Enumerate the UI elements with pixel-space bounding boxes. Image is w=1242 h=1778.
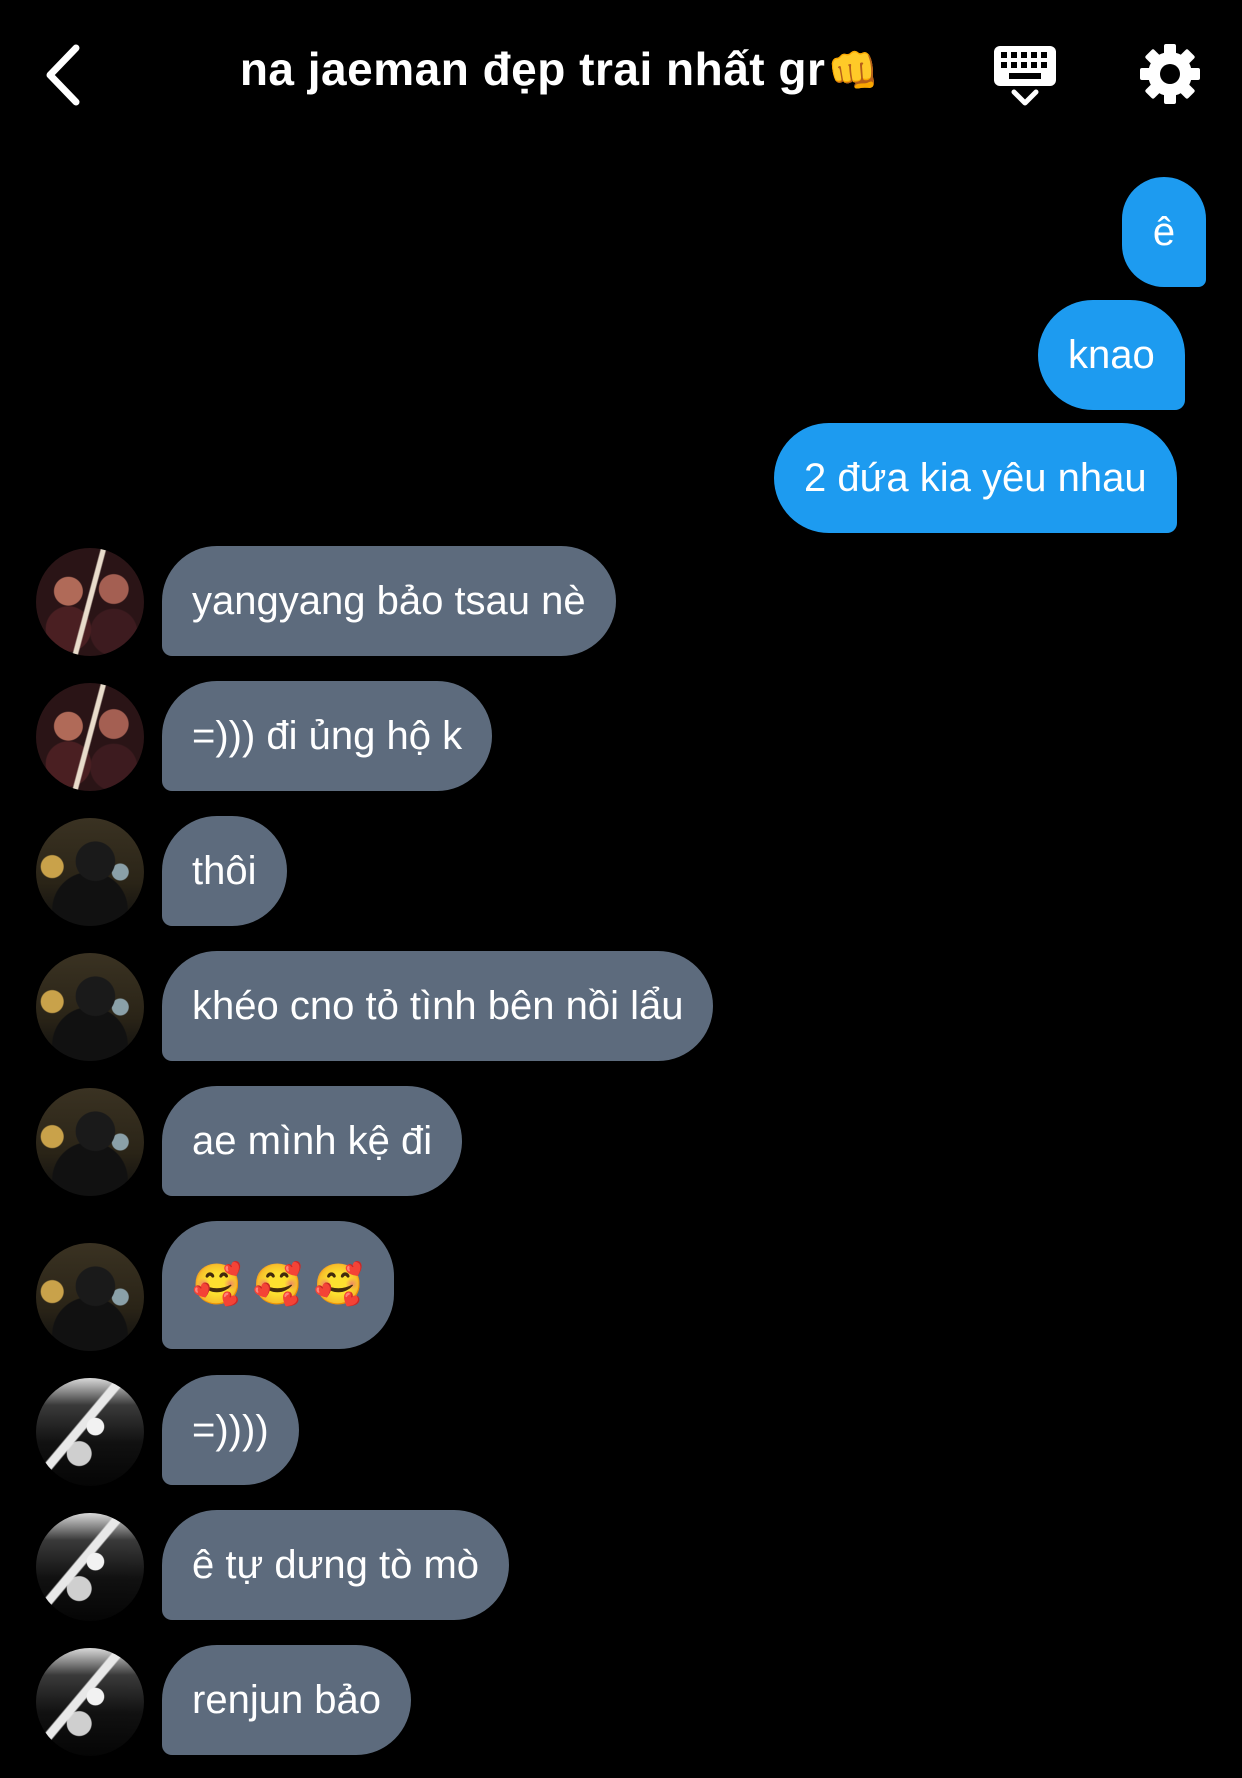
avatar[interactable] [36, 953, 144, 1061]
message-list[interactable]: ê knao 2 đứa kia yêu nhau yangyang bảo t… [0, 0, 1242, 1778]
avatar[interactable] [36, 1648, 144, 1756]
incoming-message[interactable]: =))) đi ủng hộ k [162, 681, 493, 791]
incoming-message[interactable]: ae mình kệ đi [162, 1086, 463, 1196]
incoming-message[interactable]: khéo cno tỏ tình bên nồi lẩu [162, 951, 714, 1061]
incoming-message[interactable]: yangyang bảo tsau nè [162, 546, 616, 656]
incoming-message[interactable]: 🥰 🥰 🥰 [162, 1221, 394, 1349]
avatar[interactable] [36, 1243, 144, 1351]
outgoing-message[interactable]: ê [1122, 177, 1206, 287]
incoming-message[interactable]: thôi [162, 816, 287, 926]
incoming-message[interactable]: renjun bảo [162, 1645, 412, 1755]
incoming-message[interactable]: ê tự dưng tò mò [162, 1510, 510, 1620]
avatar[interactable] [36, 818, 144, 926]
avatar[interactable] [36, 1088, 144, 1196]
incoming-message[interactable]: =)))) [162, 1375, 299, 1485]
outgoing-message[interactable]: knao [1038, 300, 1185, 410]
avatar[interactable] [36, 1513, 144, 1621]
avatar[interactable] [36, 1378, 144, 1486]
outgoing-message[interactable]: 2 đứa kia yêu nhau [774, 423, 1177, 533]
avatar[interactable] [36, 683, 144, 791]
avatar[interactable] [36, 548, 144, 656]
